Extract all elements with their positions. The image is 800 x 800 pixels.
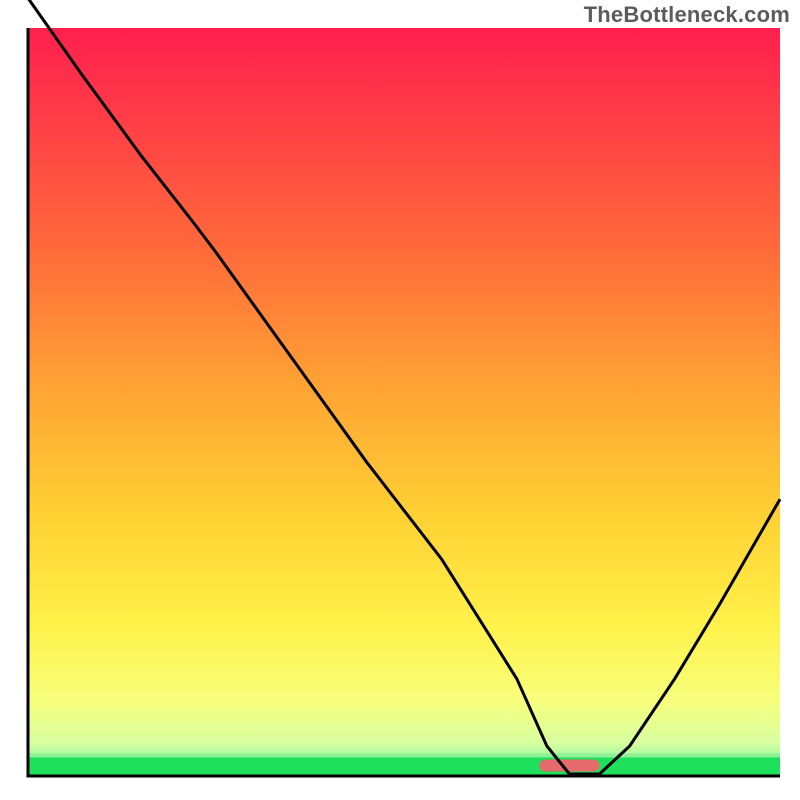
bottom-green-band-edge <box>28 753 780 757</box>
chart-container: TheBottleneck.com <box>0 0 800 800</box>
chart-svg <box>0 0 800 800</box>
bottom-green-band <box>28 757 780 776</box>
optimal-point-marker <box>539 760 599 772</box>
watermark-label: TheBottleneck.com <box>584 2 790 28</box>
plot-background <box>28 28 780 776</box>
